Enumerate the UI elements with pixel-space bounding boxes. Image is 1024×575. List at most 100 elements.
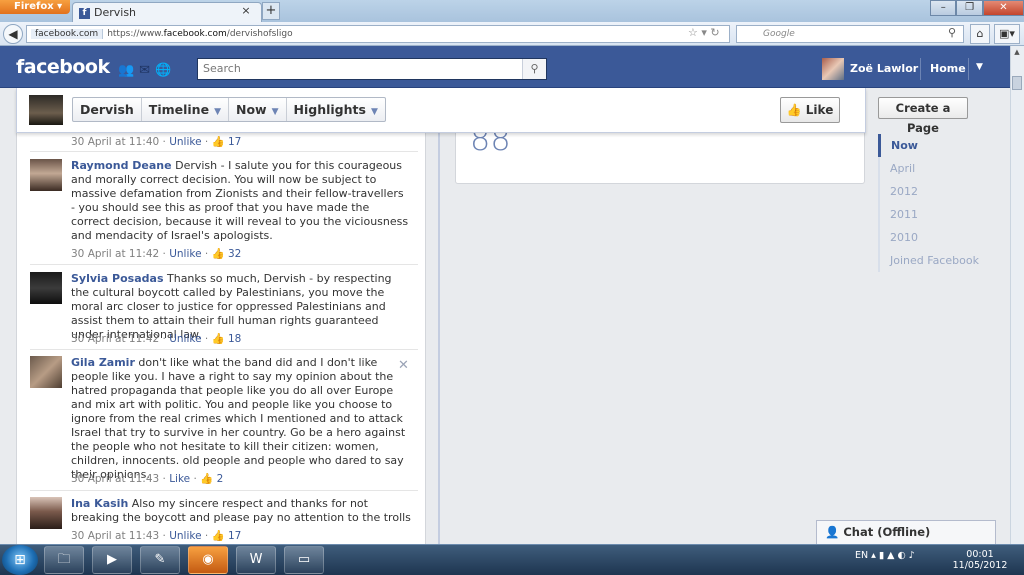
- window-taskbar-icon[interactable]: ▭: [284, 546, 324, 574]
- comment-time[interactable]: 30 April at 11:42: [71, 333, 159, 345]
- thumbs-up-icon: 👍: [211, 248, 225, 260]
- divider: [920, 58, 921, 80]
- chevron-down-icon: ▼: [370, 107, 378, 117]
- scrollbar-thumb[interactable]: [1012, 76, 1022, 90]
- comment-time[interactable]: 30 April at 11:43: [71, 473, 159, 485]
- start-button[interactable]: ⊞: [2, 545, 38, 575]
- clock-time: 00:01: [966, 549, 994, 560]
- like-count[interactable]: 👍 17: [212, 136, 242, 148]
- tab-highlights[interactable]: Highlights ▼: [287, 98, 385, 121]
- chat-bar[interactable]: 👤 Chat (Offline): [816, 520, 996, 544]
- commenter-name[interactable]: Raymond Deane: [71, 159, 172, 172]
- scroll-up-arrow-icon[interactable]: ▲: [1011, 48, 1023, 60]
- tab-dervish[interactable]: Dervish: [73, 98, 142, 121]
- facebook-search-input[interactable]: Search: [197, 58, 547, 80]
- avatar[interactable]: [30, 356, 62, 388]
- window-controls: – ❐ ✕: [930, 0, 1024, 16]
- maximize-button[interactable]: ❐: [956, 0, 983, 16]
- like-page-button[interactable]: 👍 Like: [780, 97, 840, 123]
- user-name-link[interactable]: Zoë Lawlor: [850, 62, 918, 75]
- addon-bar-icon[interactable]: ▣▾: [994, 24, 1020, 44]
- commenter-name[interactable]: Ina Kasih: [71, 497, 128, 510]
- unlike-link[interactable]: Unlike: [169, 333, 201, 345]
- chevron-down-icon: ▼: [271, 107, 279, 117]
- year-item-2010[interactable]: 2010: [878, 226, 988, 249]
- close-window-button[interactable]: ✕: [982, 0, 1024, 16]
- system-tray: EN ▴ ▮ ▲ ◐ ♪: [855, 550, 915, 561]
- tray-icons[interactable]: ▴ ▮ ▲ ◐ ♪: [871, 550, 915, 561]
- avatar[interactable]: [30, 497, 62, 529]
- facebook-logo[interactable]: facebook: [16, 56, 110, 78]
- tab-close-icon[interactable]: ×: [238, 4, 254, 20]
- year-item-now[interactable]: Now: [878, 134, 988, 157]
- url-path: /dervishofsligo: [226, 29, 293, 39]
- timeline-nav: Dervish Timeline ▼ Now ▼ Highlights ▼: [72, 97, 386, 122]
- comment-text: don't like what the band did and I don't…: [71, 356, 406, 481]
- explorer-taskbar-icon[interactable]: 🗀: [44, 546, 84, 574]
- media-player-taskbar-icon[interactable]: ▶: [92, 546, 132, 574]
- language-indicator[interactable]: EN: [855, 550, 868, 561]
- commenter-name[interactable]: Gila Zamir: [71, 356, 135, 369]
- timeline-year-nav: Now April 2012 2011 2010 Joined Facebook: [878, 134, 988, 272]
- home-link[interactable]: Home: [930, 62, 966, 75]
- comment-meta: 30 April at 11:42 · Unlike · 👍 32: [71, 248, 242, 260]
- comment-meta: 30 April at 11:43 · Like · 👍 2: [71, 473, 224, 485]
- thumbs-up-icon: 👍: [211, 530, 225, 542]
- comment-time[interactable]: 30 April at 11:43: [71, 530, 159, 542]
- comment-body: Raymond Deane Dervish - I salute you for…: [71, 159, 411, 243]
- avatar[interactable]: [30, 272, 62, 304]
- avatar[interactable]: [30, 159, 62, 191]
- comment-time[interactable]: 30 April at 11:40: [71, 136, 159, 148]
- like-count[interactable]: 👍 2: [200, 473, 223, 485]
- thumbs-up-icon: 👍: [211, 333, 225, 345]
- word-taskbar-icon[interactable]: W: [236, 546, 276, 574]
- chevron-down-icon: ▼: [214, 107, 221, 117]
- system-clock[interactable]: 00:01 11/05/2012: [950, 549, 1010, 571]
- avatar[interactable]: [822, 58, 844, 80]
- paint-taskbar-icon[interactable]: ✎: [140, 546, 180, 574]
- comment-body: Ina Kasih Also my sincere respect and th…: [71, 497, 411, 525]
- minimize-button[interactable]: –: [930, 0, 957, 16]
- tab-now[interactable]: Now ▼: [229, 98, 287, 121]
- thumbs-up-icon: 👍: [786, 103, 802, 117]
- scrollbar[interactable]: [1010, 46, 1024, 544]
- unlike-link[interactable]: Unlike: [169, 248, 201, 260]
- remove-comment-close-icon[interactable]: ✕: [398, 358, 409, 373]
- unlike-link[interactable]: Unlike: [169, 530, 201, 542]
- back-button[interactable]: ◀: [3, 24, 23, 44]
- notification-jewels-icon[interactable]: 👥✉🌐: [118, 63, 176, 78]
- comment-time[interactable]: 30 April at 11:42: [71, 248, 159, 260]
- year-item-joined[interactable]: Joined Facebook: [878, 249, 988, 272]
- year-item-2012[interactable]: 2012: [878, 180, 988, 203]
- new-tab-button[interactable]: +: [262, 2, 280, 20]
- browser-tab[interactable]: f Dervish: [72, 2, 262, 22]
- search-engine-input[interactable]: Google: [736, 25, 964, 43]
- year-item-april[interactable]: April: [878, 157, 988, 180]
- like-count-value: 17: [227, 530, 242, 542]
- chat-person-icon: 👤: [825, 525, 840, 539]
- like-count[interactable]: 👍 17: [212, 530, 242, 542]
- commenter-name[interactable]: Sylvia Posadas: [71, 272, 164, 285]
- like-count-value: 2: [216, 473, 224, 485]
- site-identity[interactable]: facebook.com: [31, 29, 104, 39]
- comment-meta: 30 April at 11:43 · Unlike · 👍 17: [71, 530, 242, 542]
- url-bar[interactable]: facebook.com https://www.facebook.com/der…: [26, 25, 730, 43]
- bookmark-star-icon[interactable]: ☆ ▾ ↻: [688, 26, 720, 39]
- account-menu-chevron-down-icon[interactable]: ▼: [976, 62, 983, 72]
- avatar[interactable]: [29, 95, 63, 125]
- search-icon[interactable]: ⚲: [522, 59, 546, 79]
- firefox-menu-button[interactable]: Firefox ▾: [0, 0, 70, 14]
- like-link[interactable]: Like: [169, 473, 190, 485]
- thumbs-up-icon: 👍: [211, 136, 225, 148]
- unlike-link[interactable]: Unlike: [169, 136, 201, 148]
- create-page-button[interactable]: Create a Page: [878, 97, 968, 135]
- like-count[interactable]: 👍 32: [212, 248, 242, 260]
- year-item-2011[interactable]: 2011: [878, 203, 988, 226]
- thumbs-up-icon: 👍: [200, 473, 214, 485]
- like-count[interactable]: 👍 18: [212, 333, 242, 345]
- home-icon[interactable]: ⌂: [970, 24, 990, 44]
- tab-timeline[interactable]: Timeline ▼: [142, 98, 229, 121]
- firefox-taskbar-icon[interactable]: ◉: [188, 546, 228, 574]
- search-engine-placeholder: Google: [763, 29, 795, 39]
- search-icon[interactable]: ⚲: [948, 26, 956, 39]
